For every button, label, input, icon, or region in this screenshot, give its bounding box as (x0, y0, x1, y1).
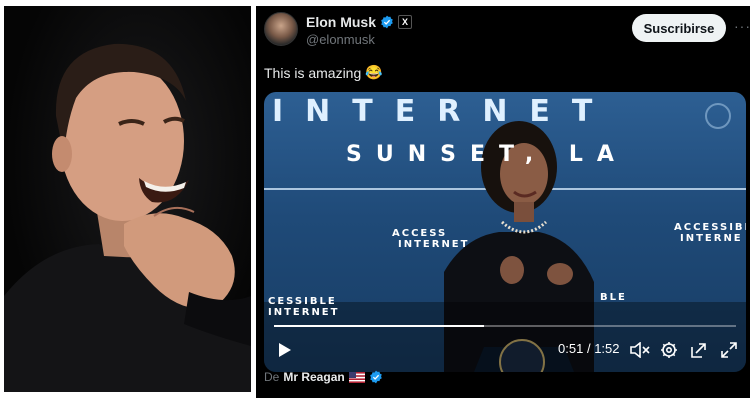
subscribe-button[interactable]: Suscribirse (632, 14, 726, 42)
backdrop-sign-left-line2: INTERNET (398, 239, 470, 250)
author-name[interactable]: Elon Musk (306, 14, 376, 30)
credit-prefix: De (264, 370, 280, 384)
author-name-row: Elon Musk X (306, 14, 413, 30)
video-progress-bar[interactable] (274, 325, 736, 327)
settings-icon[interactable] (660, 341, 678, 359)
play-icon[interactable] (278, 342, 292, 358)
x-logo-icon: X (398, 15, 413, 29)
backdrop-sign-right-line1: ACCESSIBLE (674, 222, 746, 233)
backdrop-sign-bottom: CESSIBLE INTERNET (268, 296, 339, 318)
video-credit: De Mr Reagan (264, 370, 383, 384)
backdrop-banner-text: INTERNET (272, 94, 615, 129)
backdrop-sign-right-line2: INTERNE (680, 233, 743, 244)
credit-source-name[interactable]: Mr Reagan (283, 370, 344, 384)
picture-in-picture-icon[interactable] (690, 341, 708, 359)
backdrop-sign-left: ACCESS INTERNET (392, 228, 469, 250)
video-progress-fill (274, 325, 485, 327)
backdrop-sign-mid: BLE (600, 292, 627, 303)
laughing-emoji: 😂 (365, 64, 383, 80)
fullscreen-icon[interactable] (720, 341, 738, 359)
author-avatar[interactable] (264, 12, 298, 46)
video-player[interactable]: INTERNET SUNSET, LA ACCESS INTERNET ACCE… (264, 92, 746, 372)
backdrop-sign-left-line1: ACCESS (392, 228, 448, 239)
duration: 1:52 (594, 341, 620, 356)
backdrop-sign-bottom-line2: INTERNET (268, 307, 340, 318)
current-time: 0:51 (558, 341, 584, 356)
verified-badge-icon (369, 370, 382, 384)
verified-badge-icon (381, 15, 393, 29)
tweet-card: Elon Musk X @elonmusk Suscribirse ··· Th… (256, 6, 750, 398)
portrait-photo (4, 6, 251, 392)
time-separator: / (586, 341, 591, 356)
backdrop-city-text: SUNSET, LA (346, 142, 628, 167)
tweet-text: This is amazing 😂 (264, 64, 383, 81)
more-options-icon[interactable]: ··· (734, 18, 750, 34)
tweet-text-body: This is amazing (264, 64, 362, 81)
us-flag-icon (348, 371, 365, 383)
portrait-illustration (4, 43, 251, 392)
backdrop-sign-bottom-line1: CESSIBLE (268, 296, 337, 307)
video-time: 0:51 / 1:52 (558, 341, 620, 356)
mute-icon[interactable] (630, 342, 650, 358)
backdrop-sign-right: ACCESSIBLE INTERNE (674, 222, 746, 244)
author-handle[interactable]: @elonmusk (306, 32, 375, 47)
